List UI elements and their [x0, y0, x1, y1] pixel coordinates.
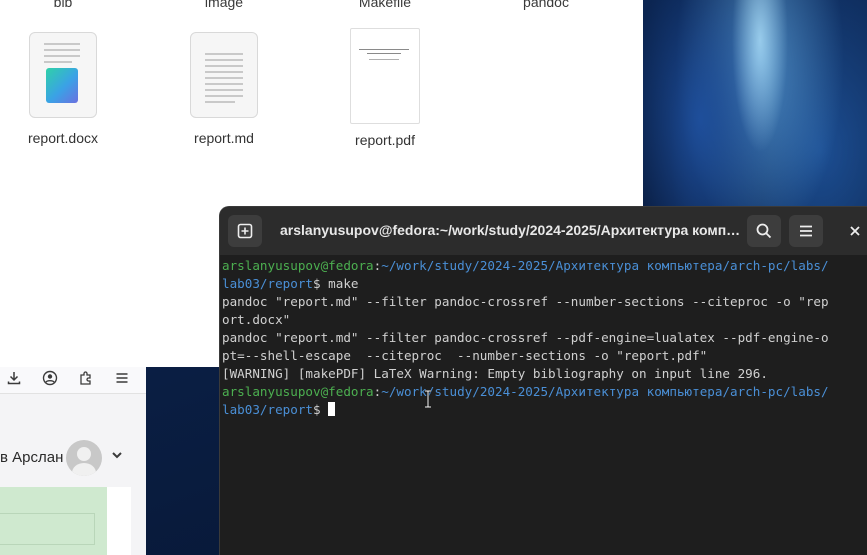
terminal-output[interactable]: arslanyusupov@fedora:~/work/study/2024-2… — [222, 257, 862, 419]
folder-label-bib[interactable]: bib — [8, 0, 118, 10]
command-text: make — [328, 276, 359, 291]
close-button[interactable] — [838, 215, 867, 247]
new-tab-button[interactable] — [228, 215, 262, 247]
search-icon — [756, 223, 772, 239]
file-name: report.pdf — [355, 132, 415, 148]
browser-window: в Арслан — [0, 367, 146, 555]
output-line: [WARNING] [makePDF] LaTeX Warning: Empty… — [222, 366, 768, 381]
output-line: pandoc "report.md" --filter pandoc-cross… — [222, 330, 829, 345]
file-item-report-docx[interactable]: report.docx — [8, 28, 118, 146]
menu-icon — [800, 225, 812, 237]
output-line: pandoc "report.md" --filter pandoc-cross… — [222, 294, 829, 309]
user-name: в Арслан — [0, 449, 64, 466]
terminal-title: arslanyusupov@fedora:~/work/study/2024-2… — [280, 222, 742, 238]
text-file-icon — [190, 32, 258, 118]
user-profile-row[interactable]: в Арслан — [0, 439, 146, 479]
prompt-line: lab03/report$ — [222, 401, 862, 419]
content-strip — [107, 487, 131, 555]
browser-toolbar — [0, 367, 146, 394]
account-icon[interactable] — [41, 370, 59, 388]
hamburger-menu-button[interactable] — [789, 215, 823, 247]
prompt-line: arslanyusupov@fedora:~/work/study/2024-2… — [222, 384, 829, 399]
wallpaper-wave — [640, 0, 867, 210]
file-item-report-md[interactable]: report.md — [169, 28, 279, 146]
file-label-makefile[interactable]: Makefile — [330, 0, 440, 10]
file-name: report.md — [194, 130, 254, 146]
file-item-report-pdf[interactable]: report.pdf — [330, 28, 440, 148]
green-content-panel — [0, 487, 107, 555]
avatar[interactable] — [66, 440, 102, 476]
chevron-down-icon[interactable] — [110, 448, 124, 465]
search-button[interactable] — [747, 215, 781, 247]
output-line: ort.docx" — [222, 312, 291, 327]
folder-label-pandoc[interactable]: pandoc — [491, 0, 601, 10]
terminal-header: arslanyusupov@fedora:~/work/study/2024-2… — [220, 207, 867, 255]
close-icon — [850, 226, 860, 236]
text-cursor — [328, 402, 336, 416]
terminal-window: arslanyusupov@fedora:~/work/study/2024-2… — [219, 206, 867, 555]
docx-file-icon — [29, 32, 97, 118]
output-line: pt=--shell-escape --citeproc --number-se… — [222, 348, 708, 363]
ibeam-cursor-icon — [425, 390, 431, 408]
file-name: report.docx — [27, 130, 99, 146]
folder-label-image[interactable]: image — [169, 0, 279, 10]
download-icon[interactable] — [5, 370, 23, 388]
extensions-icon[interactable] — [77, 370, 95, 388]
menu-icon[interactable] — [113, 370, 131, 388]
prompt-line: lab03/report$ make — [222, 276, 359, 291]
prompt-line: arslanyusupov@fedora:~/work/study/2024-2… — [222, 258, 829, 273]
pdf-thumbnail-icon — [350, 28, 420, 124]
